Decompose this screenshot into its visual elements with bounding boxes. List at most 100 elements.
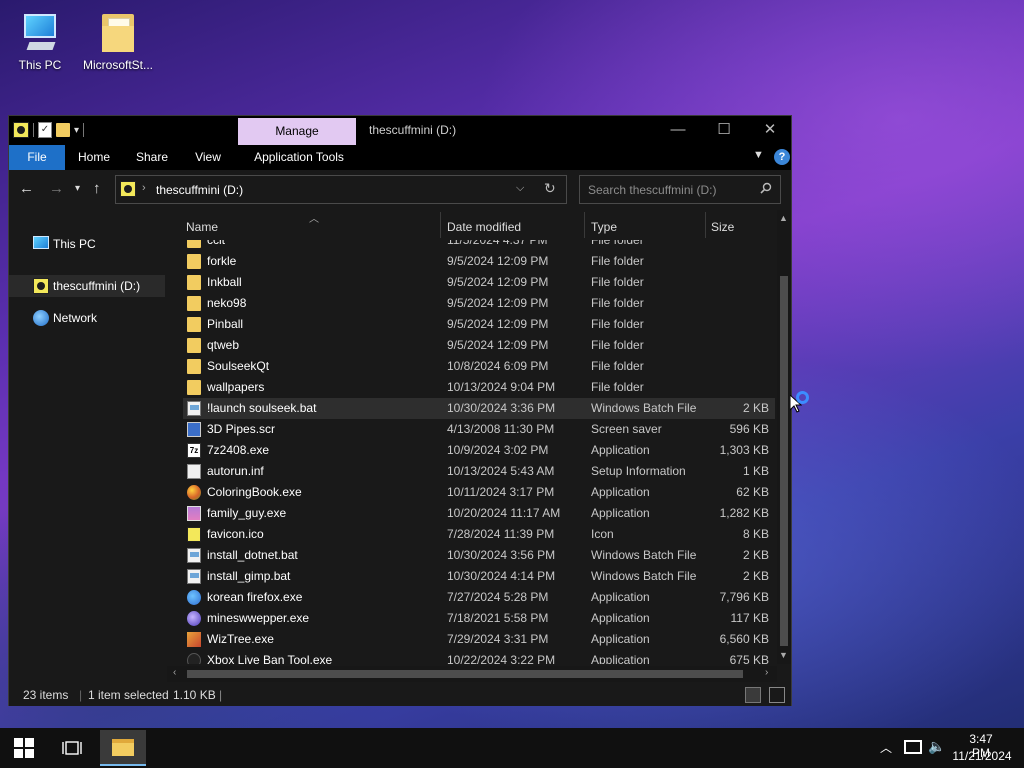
file-size: 8 KB xyxy=(742,527,769,541)
properties-icon[interactable]: ✓ xyxy=(38,122,52,138)
file-row[interactable]: mineswwepper.exe 7/18/2021 5:58 PM Applica… xyxy=(183,608,775,629)
file-row[interactable]: korean firefox.exe 7/27/2024 5:28 PM Appli… xyxy=(183,587,775,608)
start-button[interactable] xyxy=(14,738,34,758)
quick-access-toolbar: ✓ ▾ xyxy=(13,120,85,140)
forward-arrow-icon[interactable]: → xyxy=(49,180,64,197)
this-pc-icon xyxy=(33,236,49,249)
file-row[interactable]: 3D Pipes.scr 4/13/2008 11:30 PM Screen sav… xyxy=(183,419,775,440)
file-type: Windows Batch File xyxy=(591,569,697,583)
search-icon[interactable] xyxy=(760,182,772,194)
file-row[interactable]: Pinball 9/5/2024 12:09 PM File folder xyxy=(183,314,775,335)
file-row[interactable]: Xbox Live Ban Tool.exe 10/22/2024 3:22 PM… xyxy=(183,650,775,664)
file-row[interactable]: favicon.ico 7/28/2024 11:39 PM Icon 8 KB xyxy=(183,524,775,545)
title-bar[interactable]: ✓ ▾ Manage thescuffmini (D:) — ☐ ✕ xyxy=(9,116,791,145)
up-arrow-icon[interactable]: ↑ xyxy=(93,180,101,197)
file-row[interactable]: install_dotnet.bat 10/30/2024 3:56 PM Wind… xyxy=(183,545,775,566)
clock-date[interactable]: 11/21/2024 xyxy=(950,749,1014,763)
large-icons-view-icon[interactable] xyxy=(769,687,785,703)
file-type: File folder xyxy=(591,317,644,331)
tab-file[interactable]: File xyxy=(9,145,65,170)
app-icon[interactable] xyxy=(13,122,29,138)
file-row[interactable]: !launch soulseek.bat 10/30/2024 3:36 PM Wi… xyxy=(183,398,775,419)
customize-qat-icon[interactable]: ▾ xyxy=(74,125,79,136)
network-icon[interactable] xyxy=(904,740,922,754)
taskbar-file-explorer-button[interactable] xyxy=(100,730,146,766)
file-row[interactable]: install_gimp.bat 10/30/2024 4:14 PM Window… xyxy=(183,566,775,587)
scroll-thumb[interactable] xyxy=(780,276,788,646)
new-folder-icon[interactable] xyxy=(56,123,70,137)
file-date: 9/5/2024 12:09 PM xyxy=(447,275,549,289)
tab-application-tools[interactable]: Application Tools xyxy=(243,145,355,170)
file-row[interactable]: qtweb 9/5/2024 12:09 PM File folder xyxy=(183,335,775,356)
nav-item-drive-d[interactable]: thescuffmini (D:) xyxy=(9,275,165,297)
search-box[interactable]: Search thescuffmini (D:) xyxy=(579,175,781,204)
file-row[interactable]: neko98 9/5/2024 12:09 PM File folder xyxy=(183,293,775,314)
volume-muted-icon[interactable]: 🔈 xyxy=(928,738,945,755)
file-size: 6,560 KB xyxy=(719,632,769,646)
horizontal-scrollbar[interactable]: ‹ › xyxy=(167,666,777,682)
file-explorer-window: ✓ ▾ Manage thescuffmini (D:) — ☐ ✕ File … xyxy=(8,115,792,706)
scroll-down-icon[interactable]: ▼ xyxy=(779,650,788,660)
file-date: 10/30/2024 4:14 PM xyxy=(447,569,556,583)
help-icon[interactable]: ? xyxy=(774,149,790,165)
maximize-button[interactable]: ☐ xyxy=(701,116,747,145)
file-row[interactable]: family_guy.exe 10/20/2024 11:17 AM Applica… xyxy=(183,503,775,524)
file-xbox-icon xyxy=(187,653,201,664)
address-path[interactable]: thescuffmini (D:) xyxy=(156,183,243,197)
scroll-right-icon[interactable]: › xyxy=(765,667,768,678)
expand-ribbon-icon[interactable]: ▼ xyxy=(753,149,764,161)
column-header-type[interactable]: Type xyxy=(591,215,701,239)
file-name: install_gimp.bat xyxy=(207,569,291,583)
drive-icon xyxy=(120,181,136,197)
file-size: 2 KB xyxy=(742,401,769,415)
folder-icon xyxy=(187,338,201,353)
file-size: 117 KB xyxy=(730,611,769,625)
task-view-icon[interactable] xyxy=(62,739,82,757)
nav-item-this-pc[interactable]: This PC xyxy=(9,233,165,255)
tab-view[interactable]: View xyxy=(187,145,229,170)
file-bat-icon xyxy=(187,569,201,584)
file-row[interactable]: WizTree.exe 7/29/2024 3:31 PM Application 6… xyxy=(183,629,775,650)
scroll-left-icon[interactable]: ‹ xyxy=(173,667,176,678)
nav-item-network[interactable]: Network xyxy=(9,307,165,329)
desktop-icon-label: MicrosoftSt... xyxy=(82,58,153,72)
search-placeholder[interactable]: Search thescuffmini (D:) xyxy=(588,183,717,197)
file-row[interactable]: wallpapers 10/13/2024 9:04 PM File folder xyxy=(183,377,775,398)
file-row[interactable]: autorun.inf 10/13/2024 5:43 AM Setup Infor… xyxy=(183,461,775,482)
minimize-button[interactable]: — xyxy=(655,116,701,145)
chevron-up-icon[interactable]: ︿ xyxy=(880,739,892,756)
vertical-scrollbar[interactable]: ▲ ▼ xyxy=(777,210,791,664)
file-row[interactable]: SoulseekQt 10/8/2024 6:09 PM File folder xyxy=(183,356,775,377)
file-row[interactable]: 7z 7z2408.exe 10/9/2024 3:02 PM Application… xyxy=(183,440,775,461)
file-name: SoulseekQt xyxy=(207,359,270,373)
address-bar[interactable]: › thescuffmini (D:) ⌵ ↻ xyxy=(115,175,567,204)
chevron-right-icon[interactable]: › xyxy=(142,182,146,194)
tab-home[interactable]: Home xyxy=(71,145,117,170)
column-header-date[interactable]: Date modified xyxy=(447,215,587,239)
desktop-icon-this-pc[interactable]: This PC xyxy=(0,10,80,72)
file-row[interactable]: forkle 9/5/2024 12:09 PM File folder xyxy=(183,251,775,272)
file-name: autorun.inf xyxy=(207,464,264,478)
file-size: 596 KB xyxy=(729,422,769,436)
file-type: Icon xyxy=(591,527,614,541)
back-arrow-icon[interactable]: ← xyxy=(19,180,34,197)
column-header-name[interactable]: Name xyxy=(186,215,436,239)
scroll-thumb[interactable] xyxy=(187,670,743,678)
selection-size: 1.10 KB xyxy=(173,688,216,702)
manage-tab[interactable]: Manage xyxy=(238,118,356,145)
scroll-up-icon[interactable]: ▲ xyxy=(779,213,788,223)
file-row[interactable]: ColoringBook.exe 10/11/2024 3:17 PM Applic… xyxy=(183,482,775,503)
folder-icon xyxy=(187,317,201,332)
close-button[interactable]: ✕ xyxy=(747,116,793,145)
desktop-icon-microsoftst[interactable]: MicrosoftSt... xyxy=(78,10,158,72)
file-type: File folder xyxy=(591,240,644,247)
file-name: Pinball xyxy=(207,317,244,331)
refresh-icon[interactable]: ↻ xyxy=(544,180,556,197)
tab-share[interactable]: Share xyxy=(129,145,175,170)
file-row[interactable]: Inkball 9/5/2024 12:09 PM File folder xyxy=(183,272,775,293)
recent-locations-icon[interactable]: ▾ xyxy=(75,183,80,194)
details-view-icon[interactable] xyxy=(745,687,761,703)
chevron-down-icon[interactable]: ⌵ xyxy=(516,182,524,195)
file-row[interactable]: ccit 11/5/2024 4:37 PM File folder xyxy=(183,240,775,251)
column-header-size[interactable]: Size xyxy=(711,215,771,239)
